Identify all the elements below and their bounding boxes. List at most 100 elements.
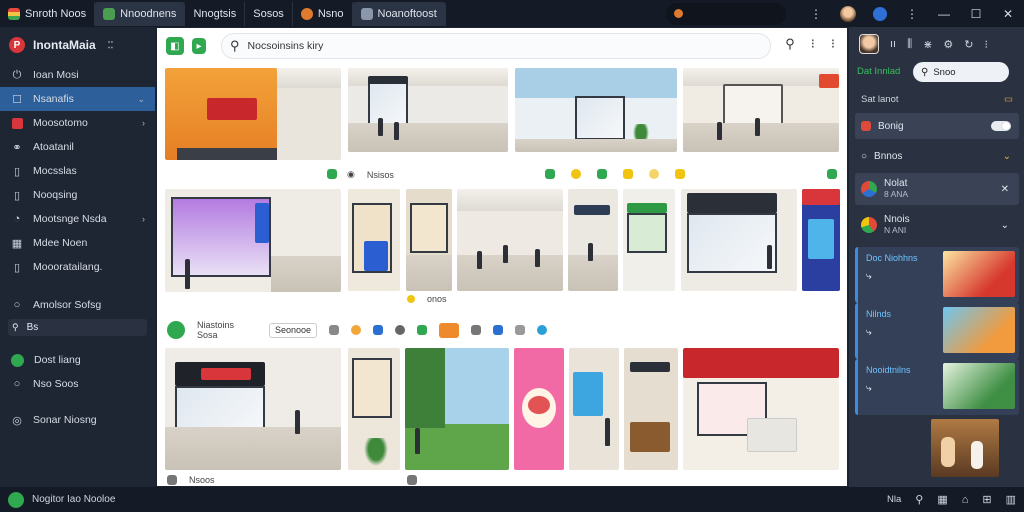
app-logo-icon[interactable] bbox=[8, 491, 24, 508]
chip-icon[interactable] bbox=[439, 322, 460, 338]
green-chip-icon[interactable] bbox=[827, 169, 837, 179]
chip-icon[interactable] bbox=[515, 325, 526, 335]
chip-icon[interactable] bbox=[373, 325, 384, 335]
promo-card[interactable]: Nooidtnilns ⤷ bbox=[855, 359, 1019, 415]
person-icon[interactable]: ⚲ bbox=[915, 493, 923, 506]
search-bar[interactable]: ⚲ Nocsoinsins kiry bbox=[221, 33, 771, 59]
sidebar-item-7[interactable]: ◔ Mootsnge Nsda › bbox=[0, 207, 155, 231]
mall-photo[interactable] bbox=[681, 189, 797, 291]
tab-3[interactable]: Nnogtsis bbox=[185, 1, 246, 26]
sidebar-item-3[interactable]: Moosotomo › bbox=[0, 111, 155, 135]
more-icon-2[interactable]: ⁝ bbox=[831, 36, 835, 52]
sidebar-bottom-1[interactable]: Dost liang bbox=[0, 348, 155, 372]
chevron-down-icon[interactable]: ⌄ bbox=[1001, 220, 1009, 231]
toggle-switch[interactable] bbox=[991, 121, 1011, 131]
sidebar-bottom-2[interactable]: ○ Nso Soos bbox=[0, 372, 155, 396]
mall-photo[interactable] bbox=[165, 189, 341, 292]
chart-icon[interactable]: ⫼ bbox=[907, 38, 912, 51]
list-item[interactable]: Nnois N ANI ⌄ bbox=[855, 209, 1019, 241]
sidebar-section-settings[interactable]: ○ Amolsor Sofsg bbox=[0, 293, 155, 317]
mall-photo[interactable] bbox=[568, 189, 618, 291]
sidebar-item-8[interactable]: ▦ Mdee Noen bbox=[0, 231, 155, 255]
folder-icon[interactable]: ▭ bbox=[1004, 94, 1013, 105]
chip-icon[interactable] bbox=[471, 325, 482, 335]
yellow-chip-icon[interactable] bbox=[623, 169, 633, 179]
more-icon[interactable]: ⁝ bbox=[811, 36, 815, 52]
sidebar-search[interactable]: ⚲ Bs bbox=[8, 319, 147, 336]
promo-card[interactable]: Doc Niohhns ⤷ bbox=[855, 247, 1019, 303]
user-avatar[interactable] bbox=[859, 34, 879, 54]
chip-icon[interactable] bbox=[351, 325, 362, 335]
settings-icon[interactable]: ⚙ bbox=[943, 38, 953, 51]
toggle-item[interactable]: Bonig bbox=[855, 113, 1019, 139]
sidebar-item-6[interactable]: ▯ Nooqsing bbox=[0, 183, 155, 207]
mall-photo[interactable] bbox=[515, 68, 677, 152]
forward-button[interactable]: ▸ bbox=[192, 38, 206, 54]
stats-icon[interactable]: ıı bbox=[890, 38, 896, 50]
chip-icon[interactable] bbox=[417, 325, 428, 335]
address-pill[interactable] bbox=[666, 2, 786, 25]
shield-icon[interactable] bbox=[864, 0, 896, 27]
close-button[interactable]: ✕ bbox=[992, 0, 1024, 27]
maximize-button[interactable]: ☐ bbox=[960, 0, 992, 27]
dropdown-item[interactable]: ○ Bnnos ⌄ bbox=[855, 143, 1019, 169]
yellow-chip-icon[interactable] bbox=[571, 169, 581, 179]
lock-icon[interactable]: ⌂ bbox=[962, 494, 969, 506]
tab-2[interactable]: Nnoodnens bbox=[95, 1, 186, 26]
windows-icon[interactable]: ⊞ bbox=[982, 493, 991, 506]
mall-photo[interactable] bbox=[514, 348, 564, 470]
mall-photo[interactable] bbox=[348, 189, 400, 291]
more-icon[interactable]: ⋮ bbox=[800, 0, 832, 27]
green-badge-icon[interactable] bbox=[167, 321, 185, 339]
panel-search[interactable]: ⚲ Snoo bbox=[913, 62, 1009, 82]
yellow-chip-icon[interactable] bbox=[675, 169, 685, 179]
back-button[interactable]: ◧ bbox=[166, 37, 184, 55]
mall-photo[interactable] bbox=[348, 68, 508, 152]
refresh-icon[interactable]: ↻ bbox=[964, 38, 973, 51]
close-icon[interactable]: ✕ bbox=[1001, 184, 1009, 195]
mall-photo[interactable] bbox=[165, 68, 341, 160]
sidebar-item-2[interactable]: ☐ Nsanafis ⌄ bbox=[0, 87, 155, 111]
minimize-button[interactable]: — bbox=[928, 0, 960, 27]
mall-photo[interactable] bbox=[569, 348, 619, 470]
brand[interactable]: P InontaMaia ⁚⁚ bbox=[0, 27, 155, 63]
mall-photo[interactable] bbox=[683, 68, 839, 152]
grid-icon[interactable]: ▦ bbox=[937, 493, 947, 506]
chip-icon[interactable] bbox=[493, 325, 504, 335]
green-chip-icon[interactable] bbox=[545, 169, 555, 179]
green-chip-icon[interactable] bbox=[597, 169, 607, 179]
search-icon[interactable]: ⚲ bbox=[785, 36, 795, 52]
filter-select[interactable]: Seonooe bbox=[269, 322, 318, 338]
sidebar-item-5[interactable]: ▯ Mocsslas bbox=[0, 159, 155, 183]
tab-4[interactable]: Sosos bbox=[245, 1, 293, 26]
mall-photo[interactable] bbox=[406, 189, 452, 291]
tab-5[interactable]: Nsno bbox=[293, 1, 353, 26]
search-input[interactable]: Nocsoinsins kiry bbox=[248, 40, 324, 52]
tab-6[interactable]: Noanoftoost bbox=[352, 1, 446, 26]
chip-icon[interactable] bbox=[407, 475, 417, 485]
bars-icon[interactable]: ▥ bbox=[1006, 493, 1016, 506]
chip-icon[interactable] bbox=[395, 325, 406, 335]
grid-dots-icon[interactable]: ⁚⁚ bbox=[108, 40, 114, 51]
mall-photo[interactable] bbox=[348, 348, 400, 470]
tab-1[interactable]: Snroth Noos bbox=[0, 1, 96, 26]
promo-card[interactable]: Nilnds ⤷ bbox=[855, 303, 1019, 359]
sidebar-item-4[interactable]: ⚭ Atoatanil bbox=[0, 135, 155, 159]
green-chip-icon[interactable] bbox=[327, 169, 337, 179]
sidebar-item-1[interactable]: ⏻ Ioan Mosi bbox=[0, 63, 155, 87]
list-item[interactable]: Nolat 8 ANA ✕ bbox=[855, 173, 1019, 205]
mall-photo[interactable] bbox=[457, 189, 563, 291]
mall-photo[interactable] bbox=[802, 189, 840, 291]
more-icon[interactable]: ⁝ bbox=[985, 38, 989, 51]
sidebar-bottom-3[interactable]: ◎ Sonar Niosng bbox=[0, 408, 155, 432]
more-icon-2[interactable]: ⋮ bbox=[896, 0, 928, 27]
mall-photo[interactable] bbox=[683, 348, 839, 470]
mall-photo[interactable] bbox=[405, 348, 509, 470]
cup-icon[interactable] bbox=[649, 169, 659, 179]
mall-photo[interactable] bbox=[624, 348, 678, 470]
scissors-icon[interactable]: ⋇ bbox=[923, 38, 932, 51]
chip-icon[interactable] bbox=[329, 325, 340, 335]
chip-icon[interactable] bbox=[537, 325, 548, 335]
profile-avatar[interactable] bbox=[832, 0, 864, 27]
chip-icon[interactable] bbox=[167, 475, 177, 485]
